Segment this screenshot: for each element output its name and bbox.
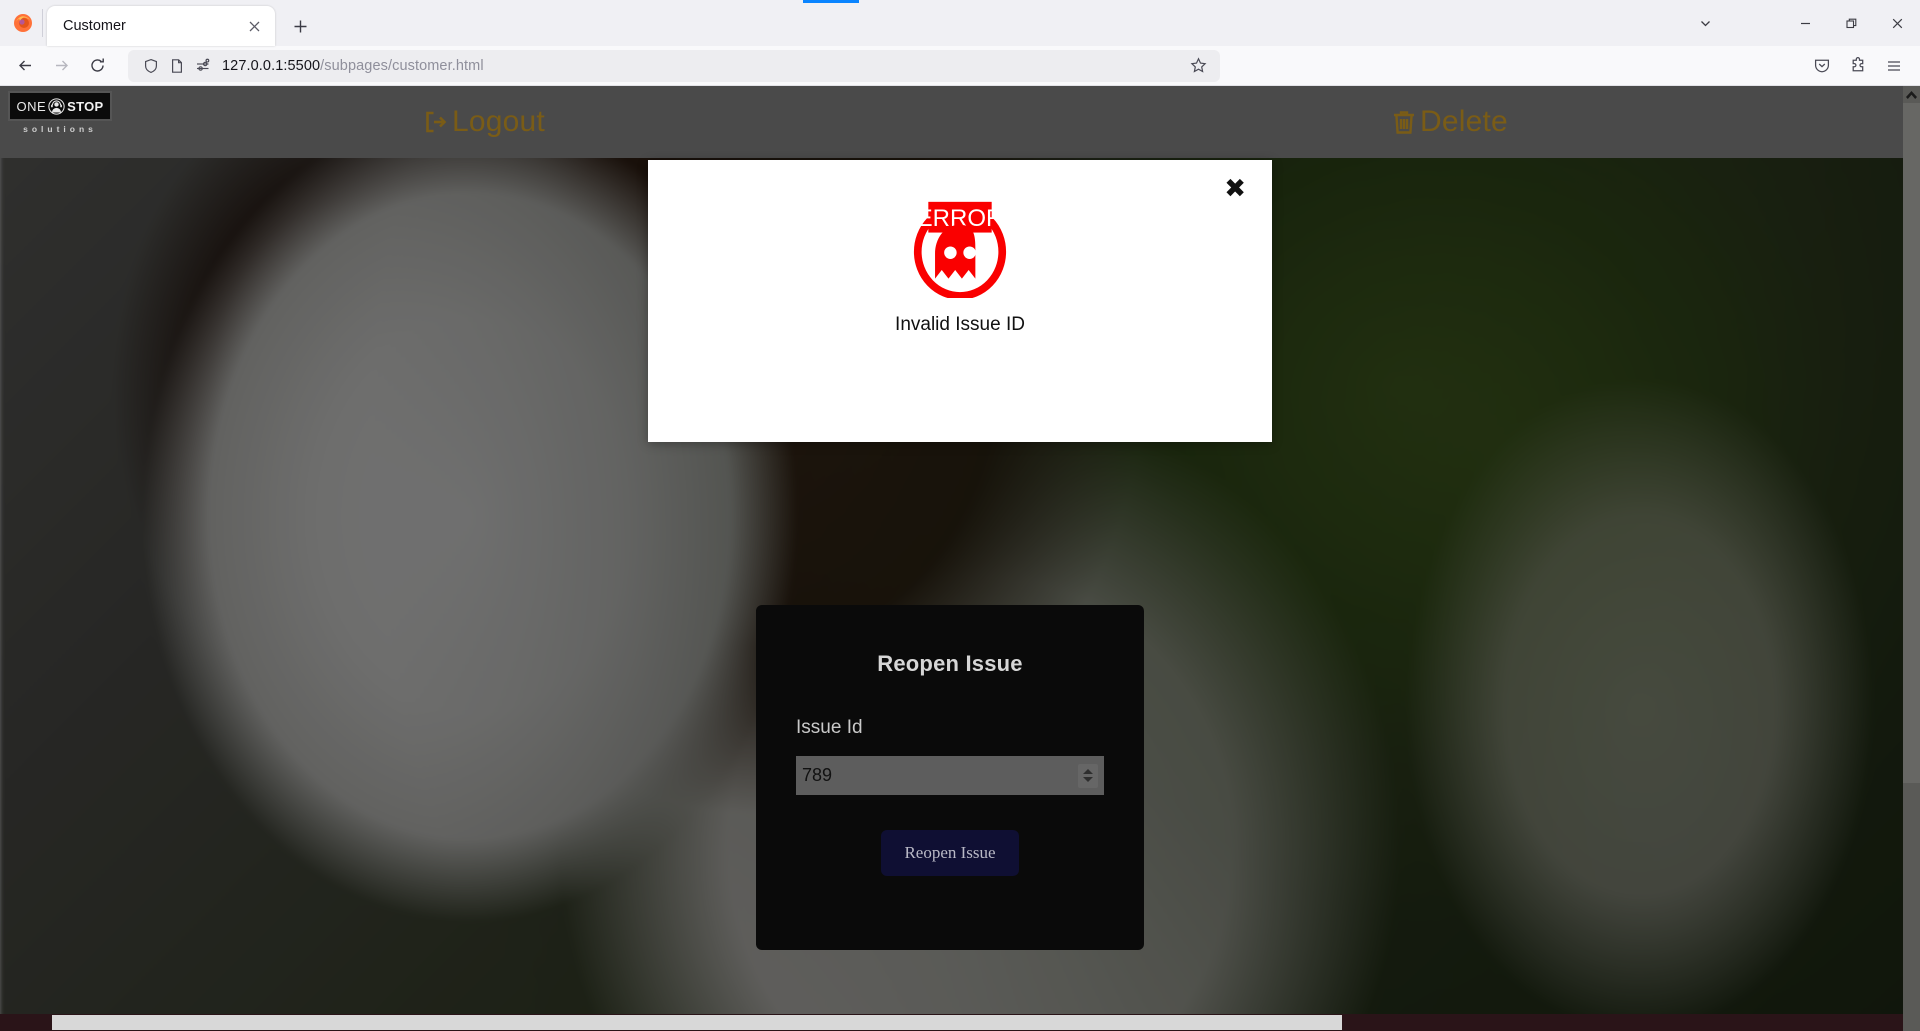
issue-id-label: Issue Id — [796, 717, 863, 738]
tab-list-chevron-down-icon[interactable] — [1682, 3, 1728, 43]
scrollbar-corner — [1903, 1014, 1920, 1031]
delete-link[interactable]: Delete — [1390, 105, 1508, 139]
logout-link[interactable]: Logout — [420, 105, 545, 139]
page-document-icon[interactable] — [164, 53, 190, 79]
star-icon[interactable] — [1184, 57, 1212, 74]
reload-icon[interactable] — [80, 50, 114, 82]
site-logo[interactable]: ONE STOP solutions — [8, 91, 112, 134]
site-header: ONE STOP solutions Logout Delete — [0, 86, 1920, 158]
back-arrow-icon[interactable] — [8, 50, 42, 82]
spinner-down-icon[interactable] — [1083, 777, 1093, 782]
hamburger-menu-icon[interactable] — [1876, 50, 1912, 82]
loading-indicator — [803, 0, 859, 3]
modal-body: ERROR Invalid Issue ID — [648, 160, 1272, 336]
scroll-up-arrow-icon[interactable] — [1903, 86, 1920, 103]
pocket-save-icon[interactable] — [1804, 50, 1840, 82]
extensions-puzzle-icon[interactable] — [1840, 50, 1876, 82]
url-bar[interactable]: 127.0.0.1:5500/subpages/customer.html — [128, 49, 1220, 82]
submit-row: Reopen Issue — [796, 830, 1104, 876]
logo-subtitle: solutions — [23, 124, 97, 134]
trash-can-icon — [1394, 111, 1414, 134]
vertical-scrollbar-thumb[interactable] — [1903, 103, 1920, 783]
error-ghost-icon: ERROR — [913, 201, 1007, 298]
tab-divider — [42, 9, 43, 37]
tab-strip: Customer — [0, 0, 1920, 46]
restore-window-icon[interactable] — [1828, 3, 1874, 43]
spinner-up-icon[interactable] — [1083, 769, 1093, 774]
toolbar-right-icons — [1804, 50, 1912, 82]
reopen-issue-submit-button[interactable]: Reopen Issue — [881, 830, 1019, 876]
url-path: /subpages/customer.html — [320, 57, 484, 74]
url-text: 127.0.0.1:5500/subpages/customer.html — [222, 58, 1184, 74]
reopen-issue-card: Reopen Issue Issue Id Reopen Issue — [756, 605, 1144, 950]
new-tab-button[interactable] — [283, 9, 317, 43]
page-viewport: ONE STOP solutions Logout Delete Reopen … — [0, 86, 1920, 1031]
logo-wordmark: ONE STOP — [8, 91, 112, 121]
headset-agent-icon — [48, 97, 65, 115]
modal-close-icon[interactable]: ✖ — [1224, 176, 1246, 202]
delete-label: Delete — [1420, 105, 1508, 138]
url-host: 127.0.0.1:5500 — [222, 57, 321, 74]
browser-tab[interactable]: Customer — [47, 6, 275, 46]
browser-window: Customer 127.0.0.1:5500/subpages/custome… — [0, 0, 1920, 1031]
window-close-icon[interactable] — [1874, 3, 1920, 43]
logout-label: Logout — [452, 105, 545, 138]
logo-text-stop: STOP — [67, 98, 104, 114]
error-modal: ✖ ERROR Invalid Issue ID — [648, 160, 1272, 442]
issue-id-input-wrapper[interactable] — [796, 756, 1104, 795]
issue-id-input[interactable] — [802, 756, 1078, 795]
tab-title: Customer — [63, 18, 126, 34]
horizontal-scrollbar-thumb[interactable] — [52, 1015, 1342, 1030]
number-spinner[interactable] — [1078, 763, 1098, 788]
horizontal-scrollbar[interactable] — [0, 1014, 1903, 1031]
minimize-icon[interactable] — [1782, 3, 1828, 43]
card-title: Reopen Issue — [877, 651, 1023, 676]
navigation-toolbar: 127.0.0.1:5500/subpages/customer.html — [0, 46, 1920, 86]
window-controls — [1682, 0, 1920, 46]
shield-icon[interactable] — [138, 53, 164, 79]
tab-close-icon[interactable] — [241, 13, 267, 39]
permissions-icon[interactable] — [190, 53, 216, 79]
sign-out-icon — [426, 111, 447, 133]
firefox-logo-icon — [6, 0, 40, 46]
vertical-scrollbar[interactable] — [1903, 86, 1920, 1031]
forward-arrow-icon[interactable] — [44, 50, 78, 82]
modal-message: Invalid Issue ID — [895, 314, 1025, 335]
logo-text-one: ONE — [16, 98, 47, 114]
